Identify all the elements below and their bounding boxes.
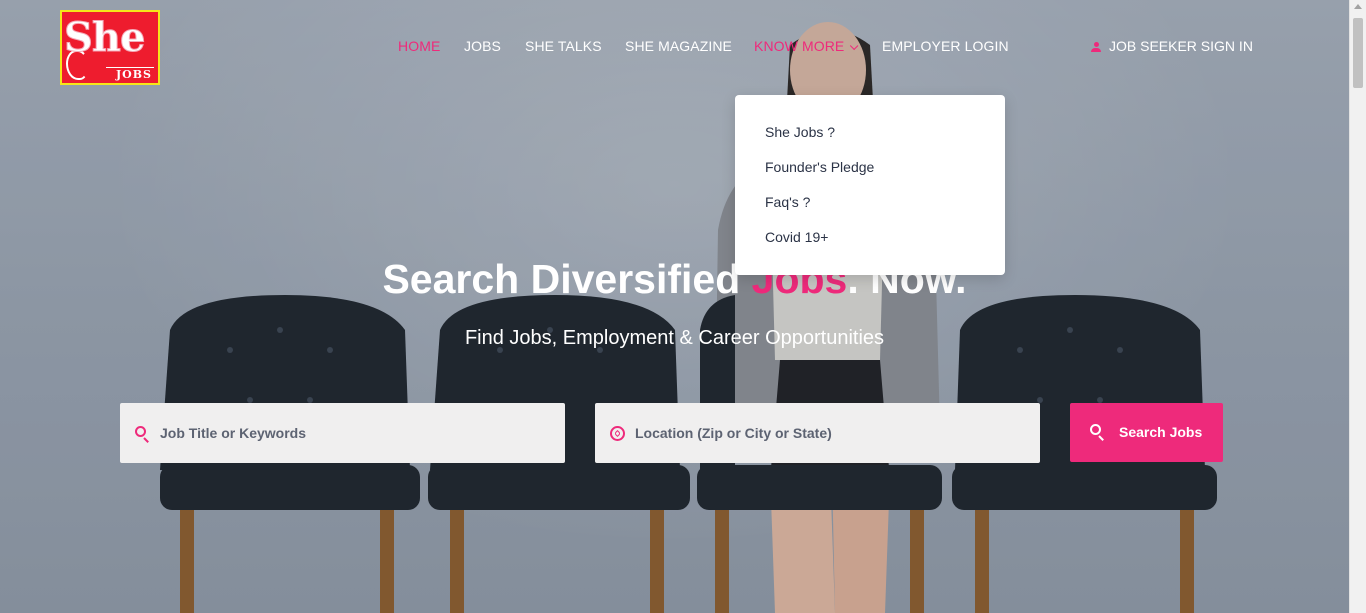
keyword-placeholder: Job Title or Keywords [160,425,306,441]
search-icon [1090,424,1105,441]
compass-icon [610,426,625,441]
scroll-up-arrow-icon[interactable] [1354,4,1362,9]
hero-subtitle: Find Jobs, Employment & Career Opportuni… [464,327,885,349]
nav-jobs[interactable]: JOBS [464,38,501,54]
location-search-input[interactable]: Location (Zip or City or State) [595,403,1040,463]
nav-home[interactable]: HOME [398,38,440,54]
search-icon [135,426,150,443]
hero-background [0,0,1349,613]
nav-employer-login[interactable]: EMPLOYER LOGIN [882,38,1009,54]
scrollbar-thumb[interactable] [1353,18,1363,88]
logo-jobs-text: JOBS [115,68,152,81]
location-placeholder: Location (Zip or City or State) [635,425,832,441]
dropdown-item-she-jobs[interactable]: She Jobs ? [765,124,835,140]
job-seeker-sign-in-link[interactable]: JOB SEEKER SIGN IN [1091,38,1253,54]
hero-title: Search Diversified Jobs. Now. [0,256,1349,303]
logo-she-text: She [63,14,145,62]
dropdown-item-covid[interactable]: Covid 19+ [765,229,828,245]
page-scrollbar[interactable] [1349,0,1366,613]
sign-in-label: JOB SEEKER SIGN IN [1109,38,1253,54]
nav-know-more[interactable]: KNOW MORE [754,38,859,54]
dropdown-item-founders-pledge[interactable]: Founder's Pledge [765,159,874,175]
search-jobs-button[interactable]: Search Jobs [1070,403,1223,462]
nav-she-talks[interactable]: SHE TALKS [525,38,602,54]
nav-know-more-label: KNOW MORE [754,38,845,54]
know-more-dropdown: She Jobs ? Founder's Pledge Faq's ? Covi… [735,95,1005,275]
search-jobs-label: Search Jobs [1119,424,1203,440]
nav-she-magazine[interactable]: SHE MAGAZINE [625,38,732,54]
user-icon [1091,42,1101,52]
dropdown-item-faqs[interactable]: Faq's ? [765,194,810,210]
hero-title-part1: Search Diversified [382,256,752,302]
she-jobs-logo[interactable]: She JOBS [60,10,160,85]
keyword-search-input[interactable]: Job Title or Keywords [120,403,565,463]
